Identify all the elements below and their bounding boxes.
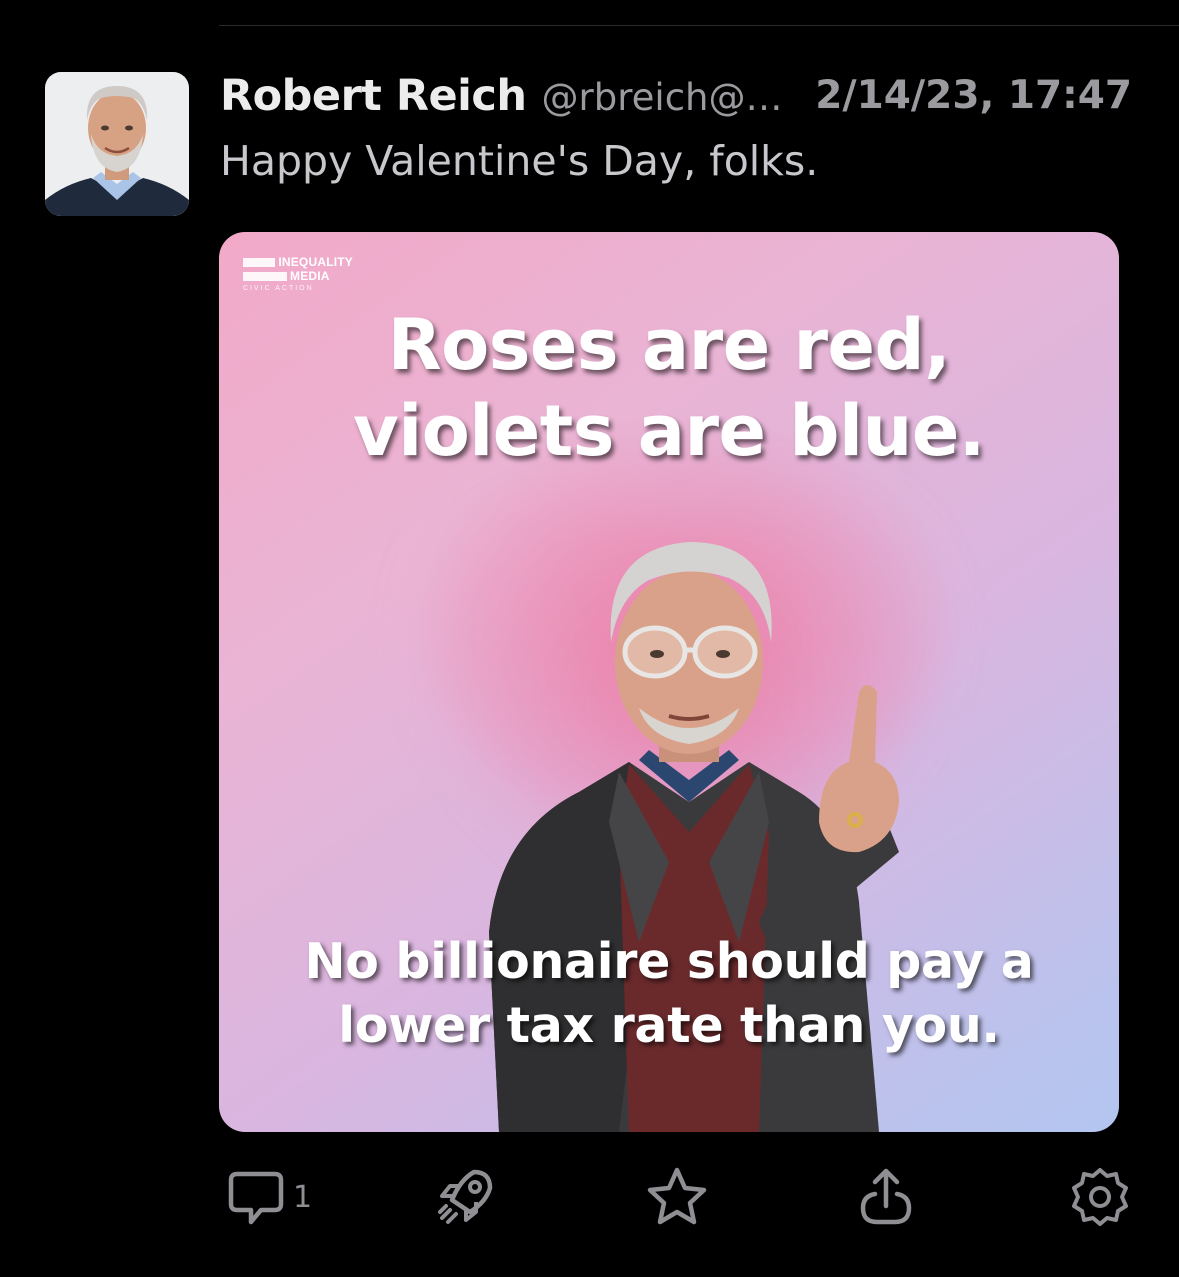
reply-button[interactable]: 1: [225, 1162, 312, 1232]
brand-text-2: MEDIA: [290, 269, 330, 283]
post-timestamp[interactable]: 2/14/23, 17:47: [815, 68, 1132, 124]
brand-logo: INEQUALITY MEDIA CIVIC ACTION: [243, 256, 353, 298]
post-header: Robert Reich @rbreich@… 2/14/23, 17:47: [220, 68, 1150, 124]
favorite-icon: [647, 1167, 707, 1225]
more-button[interactable]: [1069, 1162, 1131, 1232]
divider: [219, 25, 1179, 26]
headline-line-1: Roses are red,: [387, 304, 951, 386]
action-bar: 1: [219, 1162, 1129, 1232]
boost-button[interactable]: [434, 1162, 496, 1232]
author-handle[interactable]: @rbreich@…: [542, 76, 783, 119]
boost-icon: [438, 1169, 493, 1224]
caption-line-2: lower tax rate than you.: [338, 997, 1000, 1054]
author-name[interactable]: Robert Reich: [220, 71, 527, 121]
headline-line-2: violets are blue.: [353, 390, 985, 472]
share-icon: [860, 1168, 912, 1225]
avatar[interactable]: [45, 72, 189, 216]
caption-line-1: No billionaire should pay a: [304, 933, 1034, 990]
avatar-image: [45, 72, 189, 216]
share-button[interactable]: [855, 1162, 917, 1232]
image-caption: No billionaire should pay a lower tax ra…: [219, 930, 1119, 1058]
post-screen: Robert Reich @rbreich@… 2/14/23, 17:47 H…: [0, 0, 1179, 1277]
post-text: Happy Valentine's Day, folks.: [220, 137, 819, 185]
more-icon: [1072, 1168, 1128, 1226]
reply-icon: [228, 1171, 284, 1225]
brand-text-3: CIVIC ACTION: [243, 285, 314, 292]
favorite-button[interactable]: [645, 1162, 709, 1232]
post-image[interactable]: INEQUALITY MEDIA CIVIC ACTION Roses are …: [219, 232, 1119, 1132]
brand-text-1: INEQUALITY: [278, 255, 353, 269]
image-headline: Roses are red, violets are blue.: [219, 302, 1119, 474]
reply-count: 1: [293, 1179, 313, 1215]
